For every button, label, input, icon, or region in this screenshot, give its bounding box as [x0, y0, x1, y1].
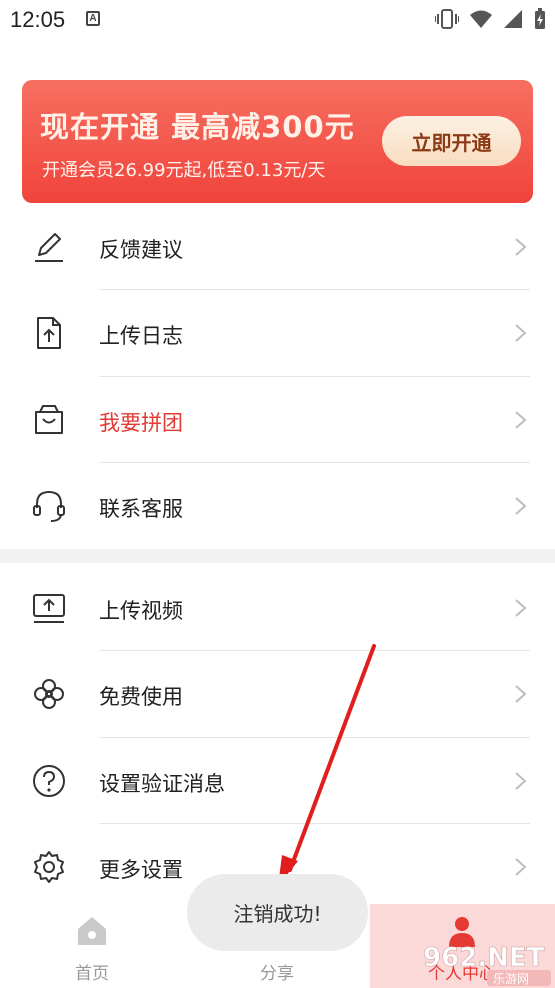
pencil-icon	[35, 233, 63, 262]
gear-icon	[34, 851, 64, 883]
home-icon	[78, 917, 106, 945]
file-upload-icon	[37, 317, 61, 349]
chevron-right-icon	[515, 324, 527, 342]
menu-item-label: 我要拼团	[99, 411, 183, 435]
signal-icon	[504, 10, 522, 28]
menu-item-free-use[interactable]: 免费使用	[0, 651, 555, 737]
headset-icon	[33, 490, 65, 522]
menu-item-upload-log[interactable]: 上传日志	[0, 290, 555, 376]
menu-item-customer-service[interactable]: 联系客服	[0, 463, 555, 549]
activate-vip-button[interactable]: 立即开通	[382, 116, 521, 166]
video-upload-icon	[33, 594, 65, 623]
menu-item-upload-video[interactable]: 上传视频	[0, 565, 555, 651]
status-icons	[435, 8, 547, 30]
vip-banner-subtitle: 开通会员26.99元起,低至0.13元/天	[42, 160, 326, 181]
nav-label: 分享	[260, 964, 294, 984]
question-icon	[33, 765, 65, 797]
nav-item-home[interactable]: 首页	[42, 914, 142, 984]
menu-item-label: 上传视频	[99, 599, 183, 623]
shopping-bag-icon	[35, 405, 63, 434]
section-separator	[0, 549, 555, 563]
status-bar: 12:05 A	[0, 0, 555, 40]
chevron-right-icon	[515, 772, 527, 790]
menu-item-label: 设置验证消息	[99, 772, 225, 796]
menu-item-label: 反馈建议	[99, 238, 183, 262]
vibrate-icon	[435, 9, 459, 29]
vip-banner[interactable]: 现在开通 最高减300元 开通会员26.99元起,低至0.13元/天 立即开通	[22, 80, 533, 203]
menu-item-label: 联系客服	[99, 497, 183, 521]
chevron-right-icon	[515, 238, 527, 256]
menu-item-verify-message[interactable]: 设置验证消息	[0, 738, 555, 824]
chevron-right-icon	[515, 411, 527, 429]
nav-label: 首页	[75, 964, 109, 984]
chevron-right-icon	[515, 599, 527, 617]
battery-icon	[535, 8, 545, 29]
svg-text:乐游网: 乐游网	[493, 972, 529, 986]
chevron-right-icon	[515, 685, 527, 703]
toast-message: 注销成功!	[187, 874, 368, 951]
notification-icon: A	[86, 11, 100, 26]
vip-banner-title: 现在开通 最高减300元	[40, 110, 355, 144]
status-time: 12:05	[10, 7, 66, 32]
menu-item-label: 更多设置	[99, 858, 183, 882]
flower-icon	[34, 679, 64, 709]
menu-item-feedback[interactable]: 反馈建议	[0, 204, 555, 290]
menu-item-label: 免费使用	[99, 685, 183, 709]
menu-item-label: 上传日志	[99, 324, 183, 348]
wifi-icon	[470, 10, 492, 28]
chevron-right-icon	[515, 858, 527, 876]
watermark-logo: 962.NET 乐游网	[423, 943, 551, 986]
svg-text:962.NET: 962.NET	[423, 943, 545, 973]
chevron-right-icon	[515, 497, 527, 515]
menu-item-group-buy[interactable]: 我要拼团	[0, 377, 555, 463]
